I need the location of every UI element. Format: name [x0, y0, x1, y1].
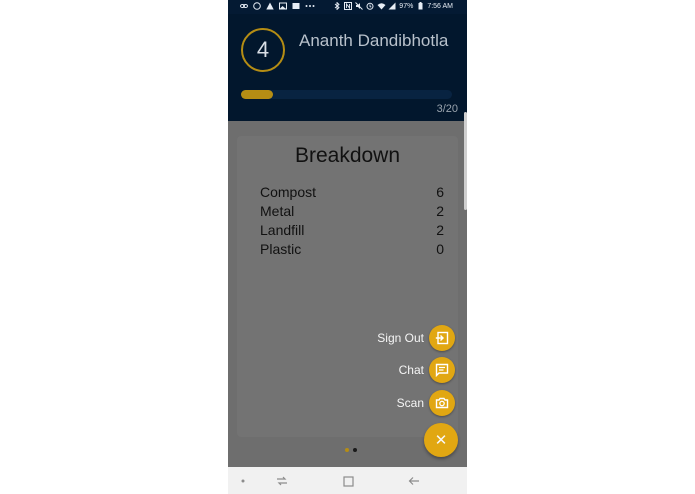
status-bar: 97% 7:56 AM — [228, 0, 467, 14]
status-left-icons — [240, 2, 315, 10]
vpn-icon — [253, 2, 261, 10]
sign-out-icon — [435, 331, 449, 345]
page-indicator — [345, 448, 357, 452]
scan-button[interactable] — [429, 390, 455, 416]
status-right-icons: 97% 7:56 AM — [333, 1, 453, 11]
chat-icon — [435, 363, 449, 377]
nfc-icon — [344, 2, 353, 10]
breakdown-row-compost: Compost 6 — [260, 183, 444, 202]
battery-icon — [416, 2, 424, 10]
breakdown-label: Compost — [260, 184, 317, 200]
image-icon — [292, 2, 300, 10]
level-number: 4 — [256, 37, 270, 62]
close-icon: ✕ — [434, 432, 448, 449]
progress-bar — [241, 90, 452, 99]
breakdown-value: 2 — [436, 222, 444, 238]
scrollbar[interactable] — [464, 112, 467, 210]
warning-icon — [266, 2, 274, 10]
fab-close-button[interactable]: ✕ — [424, 423, 458, 457]
fab-scan-row: Scan — [397, 390, 455, 416]
home-icon[interactable] — [340, 473, 356, 489]
back-icon[interactable] — [406, 473, 422, 489]
breakdown-list: Compost 6 Metal 2 Landfill 2 Plastic 0 — [260, 183, 444, 259]
breakdown-value: 6 — [436, 184, 444, 200]
link-icon — [240, 2, 248, 10]
level-badge: 4 — [241, 28, 285, 72]
alarm-icon — [366, 2, 374, 10]
breakdown-value: 0 — [436, 241, 444, 257]
profile-header: 4 Ananth Dandibhotla 3/20 — [228, 14, 467, 121]
more-icon — [305, 2, 315, 10]
page-dot-active[interactable] — [345, 448, 349, 452]
bluetooth-icon — [333, 1, 341, 11]
fab-sign-out-row: Sign Out — [377, 325, 455, 351]
nav-dot-icon[interactable] — [235, 473, 251, 489]
status-time: 7:56 AM — [427, 2, 453, 10]
fab-chat-row: Chat — [399, 357, 455, 383]
image-icon — [279, 2, 287, 10]
progress-count: 3/20 — [436, 103, 458, 115]
android-nav-bar — [228, 467, 467, 494]
recent-apps-icon[interactable] — [274, 473, 290, 489]
sign-out-button[interactable] — [429, 325, 455, 351]
phone-screen: 97% 7:56 AM 4 Ananth Dandibhotla 3/20 Br… — [228, 0, 467, 494]
mute-icon — [355, 2, 364, 10]
user-name: Ananth Dandibhotla — [299, 31, 449, 50]
camera-icon — [435, 397, 449, 409]
battery-percent: 97% — [399, 2, 414, 10]
chat-button[interactable] — [429, 357, 455, 383]
breakdown-label: Plastic — [260, 241, 302, 257]
breakdown-row-plastic: Plastic 0 — [260, 240, 444, 259]
breakdown-label: Metal — [260, 203, 295, 219]
wifi-icon — [377, 2, 386, 10]
breakdown-title: Breakdown — [294, 144, 401, 167]
chat-label[interactable]: Chat — [399, 363, 424, 377]
signal-icon — [388, 2, 396, 10]
sign-out-label[interactable]: Sign Out — [377, 331, 424, 345]
breakdown-label: Landfill — [260, 222, 305, 238]
progress-fill — [241, 90, 273, 99]
scan-label[interactable]: Scan — [397, 396, 424, 410]
breakdown-value: 2 — [436, 203, 444, 219]
breakdown-row-landfill: Landfill 2 — [260, 221, 444, 240]
breakdown-row-metal: Metal 2 — [260, 202, 444, 221]
page-dot[interactable] — [353, 448, 357, 452]
